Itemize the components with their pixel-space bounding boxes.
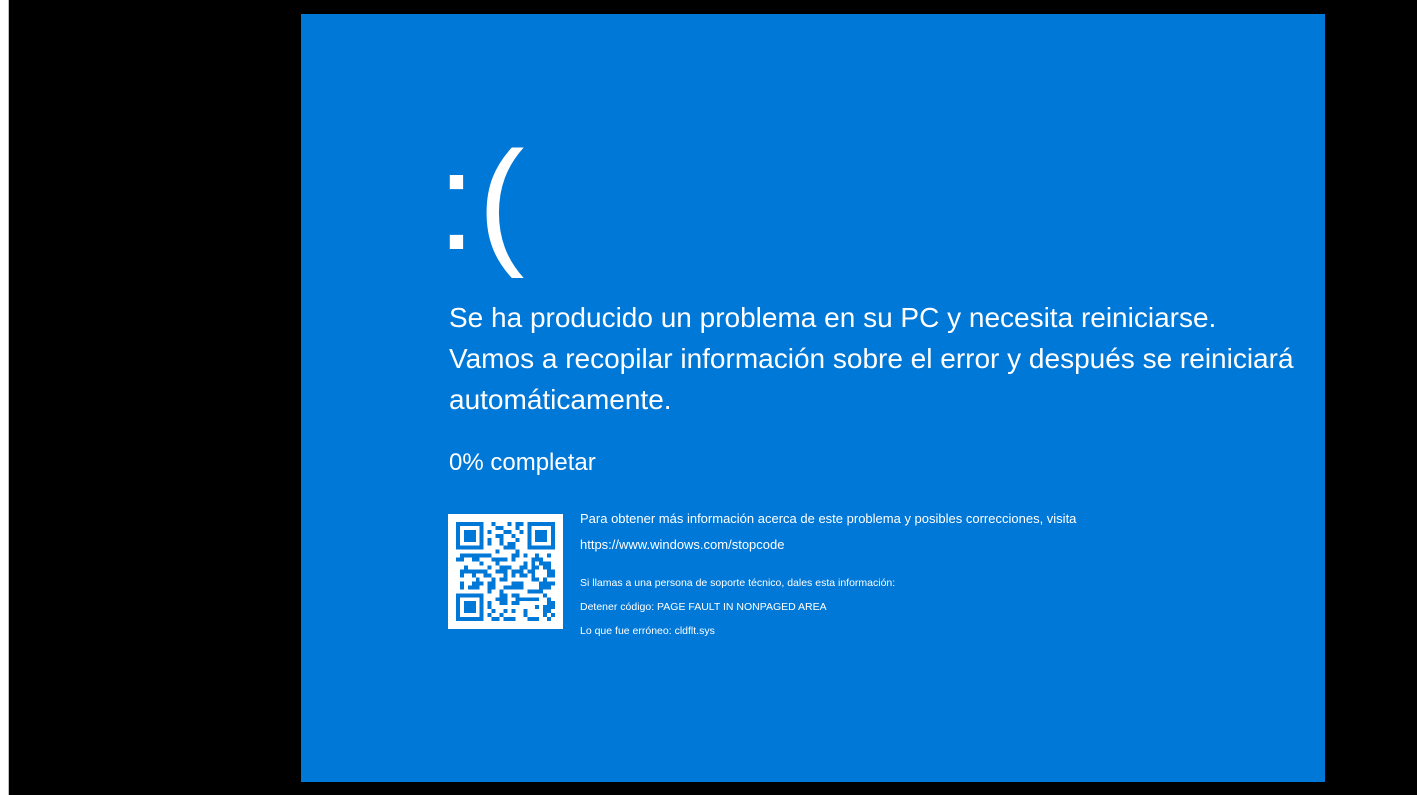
qr-code-icon (448, 514, 563, 629)
info-panel: Para obtener más información acerca de e… (580, 510, 1280, 638)
blue-screen: :( Se ha producido un problema en su PC … (301, 14, 1325, 782)
more-info-text: Para obtener más información acerca de e… (580, 511, 1077, 526)
error-message: Se ha producido un problema en su PC y n… (449, 302, 1294, 415)
stop-code: Detener código: PAGE FAULT IN NONPAGED A… (580, 601, 827, 613)
screen-frame: :( Se ha producido un problema en su PC … (0, 0, 1417, 795)
progress-label: 0% completar (449, 449, 596, 476)
support-text: Si llamas a una persona de soporte técni… (580, 577, 896, 589)
window-edge (0, 0, 9, 795)
stopcode-url[interactable]: https://www.windows.com/stopcode (580, 536, 1280, 554)
what-failed: Lo que fue erróneo: cldflt.sys (580, 625, 715, 637)
sad-face: :( (437, 122, 527, 279)
